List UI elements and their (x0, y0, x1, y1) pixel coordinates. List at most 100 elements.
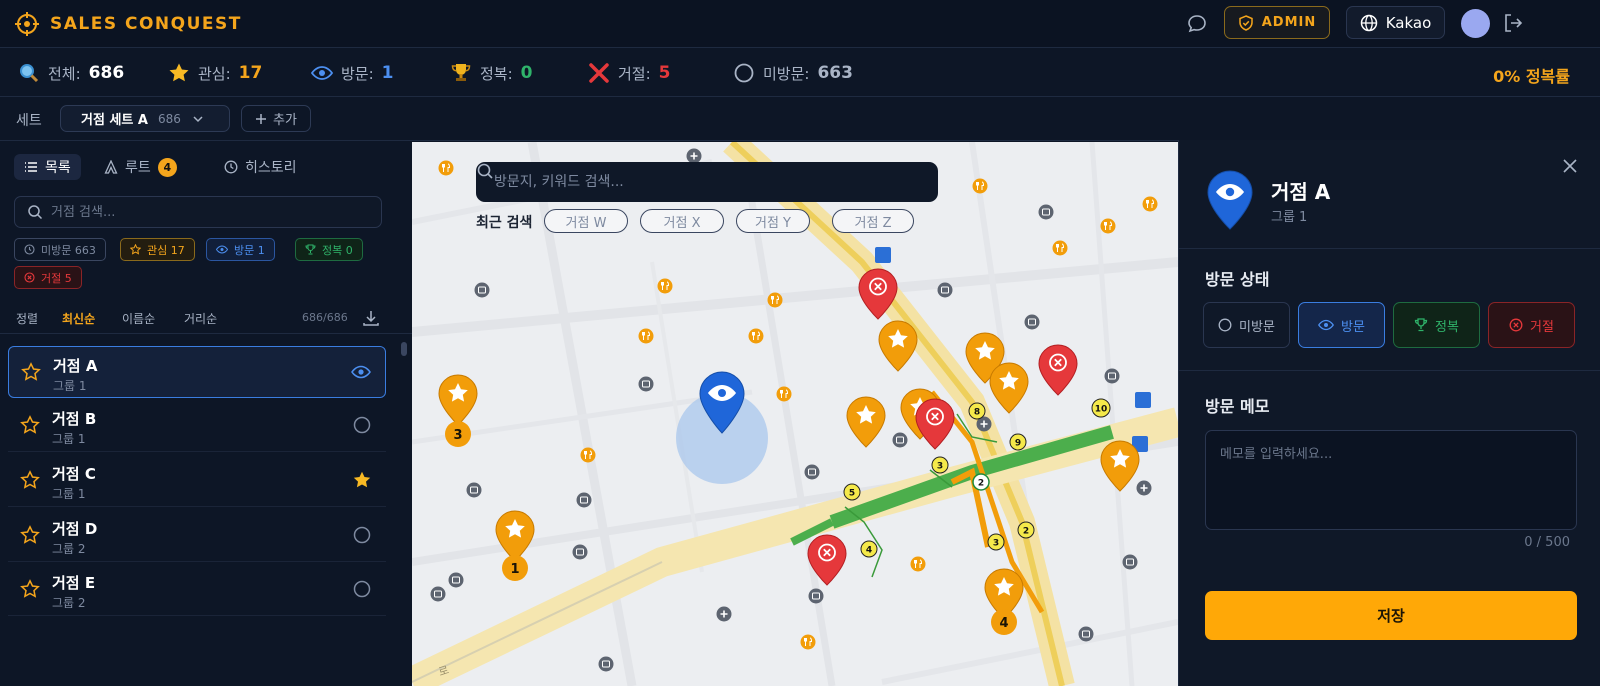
detail-group: 그룹 1 (1271, 210, 1308, 225)
plus-icon (256, 113, 267, 124)
tab-list[interactable]: 목록 (14, 154, 81, 180)
memo-input[interactable] (1205, 430, 1577, 530)
map-provider-button[interactable]: Kakao (1346, 6, 1445, 39)
svg-text:3: 3 (937, 462, 943, 472)
divider (1179, 370, 1600, 371)
star-outline-icon[interactable] (21, 362, 41, 382)
list-icon (25, 162, 37, 172)
stat-unvisited: 미방문: 663 (733, 62, 853, 84)
stat-interest: 관심: 17 (168, 62, 262, 84)
list-item[interactable]: 거점 A 그룹 1 (8, 346, 386, 398)
location-search[interactable] (14, 196, 382, 228)
close-circle-icon (1509, 318, 1523, 332)
recent-search-chip[interactable]: 거점 W (544, 209, 628, 233)
divider (1179, 248, 1600, 249)
svg-text:4: 4 (866, 546, 872, 556)
star-outline-icon[interactable] (20, 525, 40, 545)
filter-unvisited[interactable]: 미방문 663 (14, 238, 106, 261)
filter-reject[interactable]: 거절 5 (14, 266, 82, 289)
svg-text:8: 8 (974, 408, 980, 418)
list-item[interactable]: 거점 B 그룹 1 (8, 400, 386, 452)
svg-text:2: 2 (978, 479, 984, 489)
tab-route[interactable]: 루트 4 (104, 154, 177, 180)
circle-icon (353, 580, 371, 598)
recent-search-chip[interactable]: 거점 Y (736, 209, 810, 233)
sort-label: 정렬 (16, 312, 39, 326)
filter-conquer[interactable]: 정복 0 (295, 238, 363, 261)
cross-icon (589, 63, 609, 83)
circle-icon (1218, 318, 1232, 332)
eye-icon (216, 245, 228, 254)
recent-search-chip[interactable]: 거점 Z (832, 209, 914, 233)
trophy-icon (1414, 318, 1428, 332)
download-icon[interactable] (362, 309, 380, 327)
stat-total: 전체: 686 (18, 62, 124, 84)
list-scrollbar[interactable] (401, 342, 407, 356)
globe-icon (1360, 14, 1377, 31)
list-item[interactable]: 거점 C 그룹 1 (8, 455, 386, 507)
eye-icon (351, 365, 371, 379)
sort-row: 정렬 최신순 이름순 거리순 686/686 (0, 304, 412, 334)
list-item[interactable]: 거점 E 그룹 2 (8, 564, 386, 616)
visit-pin-icon (1207, 170, 1253, 230)
circle-icon (734, 63, 754, 83)
crosshair-icon (15, 11, 39, 36)
map-search-input[interactable] (494, 174, 894, 190)
status-conquer-button[interactable]: 정복 (1393, 302, 1480, 348)
memo-title: 방문 메모 (1205, 397, 1270, 416)
trophy-icon (305, 244, 316, 255)
logout-icon[interactable] (1502, 12, 1524, 34)
trophy-icon (451, 64, 471, 81)
stats-bar: 전체: 686 관심: 17 방문: 1 정복: 0 거절: 5 미방문: 66… (0, 49, 1600, 97)
provider-label: Kakao (1385, 13, 1432, 32)
svg-text:4: 4 (999, 616, 1008, 631)
stat-conquer: 정복: 0 (450, 62, 533, 84)
circle-icon (353, 416, 371, 434)
add-set-button[interactable]: 추가 (241, 105, 311, 132)
star-icon (169, 63, 189, 82)
save-button[interactable]: 저장 (1205, 591, 1577, 640)
sort-distance[interactable]: 거리순 (184, 310, 217, 327)
stat-reject: 거절: 5 (588, 62, 671, 84)
recent-search-chip[interactable]: 거점 X (640, 209, 724, 233)
status-reject-button[interactable]: 거절 (1488, 302, 1575, 348)
status-unvisited-button[interactable]: 미방문 (1203, 302, 1290, 348)
app-title: SALES CONQUEST (50, 13, 242, 34)
svg-text:3: 3 (453, 428, 462, 443)
conquer-rate: 0% 정복률 (1493, 67, 1570, 86)
set-select[interactable]: 거점 세트 A 686 (60, 105, 230, 132)
location-detail-panel: 거점 A 그룹 1 방문 상태 미방문 방문 정복 거절 방문 메모 0 / 5… (1178, 140, 1600, 686)
circle-icon (353, 526, 371, 544)
location-search-input[interactable] (51, 204, 371, 220)
status-visit-button[interactable]: 방문 (1298, 302, 1385, 348)
map-view[interactable]: 8 10 9 3 2 5 4 3 2 3 1 4 로 방문지, 키워드 검색..… (412, 142, 1178, 686)
clock-icon (224, 160, 238, 174)
route-count-badge: 4 (157, 157, 177, 177)
recent-search-label: 최근 검색 (476, 215, 533, 231)
map-search[interactable] (476, 162, 938, 202)
filter-interest[interactable]: 관심 17 (120, 238, 195, 261)
star-outline-icon[interactable] (20, 470, 40, 490)
app-header: SALES CONQUEST ADMIN Kakao (0, 0, 1600, 48)
admin-label: ADMIN (1261, 15, 1317, 30)
close-icon[interactable] (1560, 156, 1580, 176)
detail-name: 거점 A (1271, 180, 1331, 204)
eye-icon (311, 66, 333, 80)
memo-char-count: 0 / 500 (1524, 535, 1570, 550)
tab-history[interactable]: 히스토리 (224, 154, 297, 180)
filter-visit[interactable]: 방문 1 (206, 238, 275, 261)
route-icon (104, 160, 118, 174)
star-outline-icon (130, 244, 141, 255)
admin-button[interactable]: ADMIN (1224, 6, 1330, 39)
star-outline-icon[interactable] (20, 579, 40, 599)
avatar[interactable] (1461, 9, 1490, 38)
chat-icon[interactable] (1186, 13, 1208, 35)
sort-latest[interactable]: 최신순 (62, 310, 95, 327)
sort-name[interactable]: 이름순 (122, 310, 155, 327)
status-title: 방문 상태 (1205, 270, 1270, 289)
list-item[interactable]: 거점 D 그룹 2 (8, 510, 386, 562)
list-count: 686/686 (302, 311, 348, 324)
star-outline-icon[interactable] (20, 415, 40, 435)
logo: SALES CONQUEST (14, 11, 242, 37)
eye-icon (1318, 319, 1334, 331)
